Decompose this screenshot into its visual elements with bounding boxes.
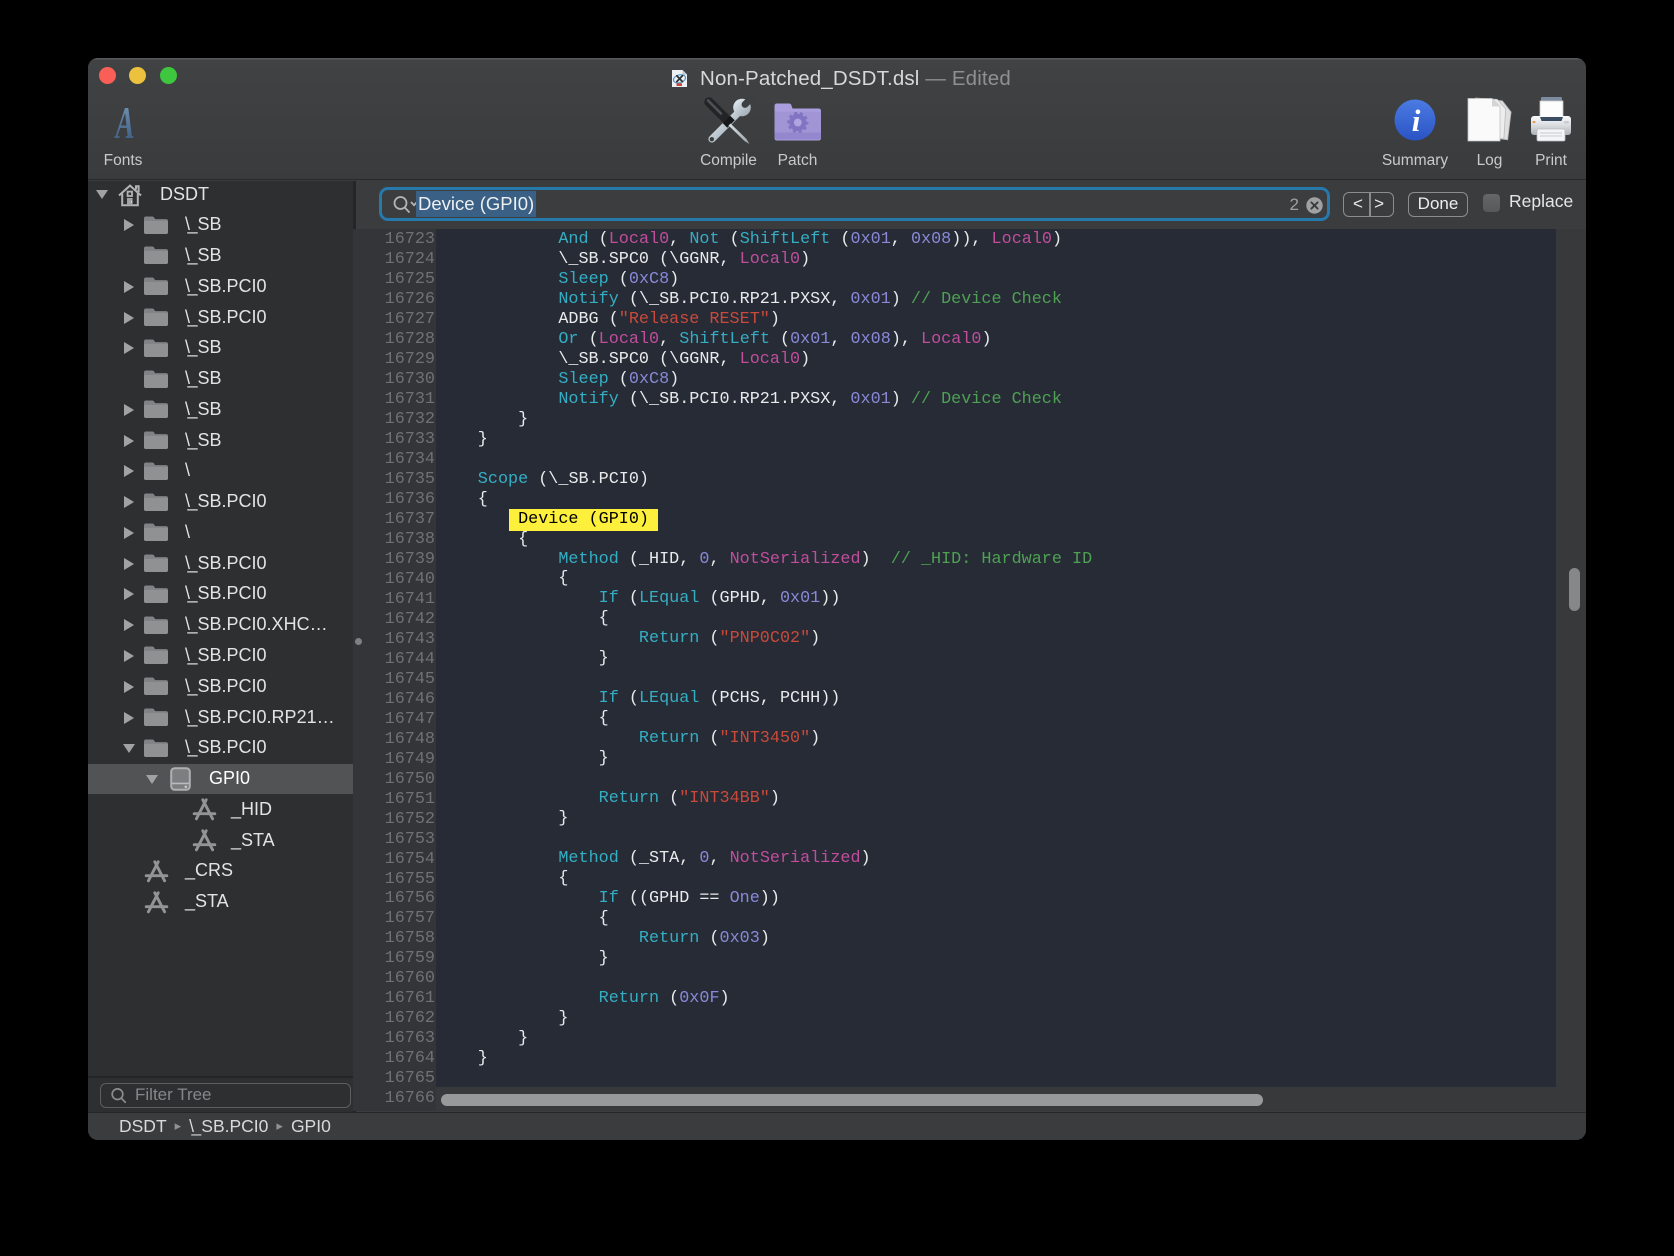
svg-text:i: i — [1412, 103, 1421, 138]
